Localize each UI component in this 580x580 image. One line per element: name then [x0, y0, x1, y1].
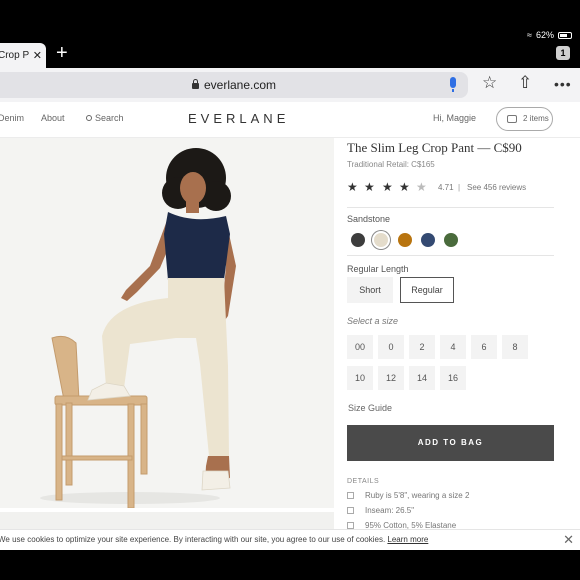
product-rating: ★ ★ ★ ★ ★ 4.71 | See 456 reviews — [347, 180, 557, 196]
size-option-16[interactable]: 16 — [440, 366, 466, 390]
detail-text: Ruby is 5'8", wearing a size 2 — [365, 491, 470, 500]
brand-logo[interactable]: EVERLANE — [188, 111, 289, 126]
length-option-short[interactable]: Short — [347, 277, 393, 303]
detail-text: Inseam: 26.5" — [365, 506, 415, 515]
close-icon[interactable]: ✕ — [563, 532, 574, 548]
color-swatch-sandstone[interactable] — [374, 233, 388, 247]
selected-color-label: Sandstone — [347, 214, 391, 224]
size-option-14[interactable]: 14 — [409, 366, 435, 390]
half-star-icon: ★ — [416, 180, 427, 194]
address-bar[interactable]: everlane.com — [0, 72, 468, 98]
color-swatch-green[interactable] — [444, 233, 458, 247]
product-photo[interactable] — [0, 138, 334, 508]
bag-icon — [507, 115, 517, 123]
account-greeting[interactable]: Hi, Maggie — [433, 113, 476, 123]
size-option-8[interactable]: 8 — [502, 335, 528, 359]
traditional-retail-price: Traditional Retail: C$165 — [347, 160, 435, 169]
cart-count: 2 items — [523, 114, 549, 123]
star-icon: ★ — [382, 180, 393, 194]
star-icon: ★ — [399, 180, 410, 194]
url-text: everlane.com — [203, 78, 277, 92]
close-tab-icon[interactable]: ✕ — [33, 49, 42, 62]
model-illustration — [0, 138, 334, 508]
share-icon[interactable]: ⇧ — [518, 73, 532, 93]
reviews-link[interactable]: See 456 reviews — [467, 183, 526, 192]
screen-bezel — [0, 550, 580, 580]
nav-search[interactable]: Search — [86, 113, 124, 123]
fabric-icon — [347, 522, 354, 529]
star-icon: ★ — [364, 180, 375, 194]
tab-strip: Crop P ✕ + 1 — [0, 40, 580, 68]
rating-value: 4.71 — [438, 183, 454, 192]
size-option-12[interactable]: 12 — [378, 366, 404, 390]
wifi-icon: ≈ — [527, 30, 532, 40]
cookie-message: We use cookies to optimize your site exp… — [0, 535, 428, 544]
detail-inseam: Inseam: 26.5" — [347, 506, 414, 515]
add-to-bag-button[interactable]: ADD TO BAG — [347, 425, 554, 461]
size-guide-link[interactable]: Size Guide — [348, 403, 392, 413]
cookie-banner: We use cookies to optimize your site exp… — [0, 529, 580, 550]
web-page: Denim About Search EVERLANE Hi, Maggie 2… — [0, 102, 580, 550]
nav-search-label: Search — [95, 113, 124, 123]
product-title: The Slim Leg Crop Pant — C$90 — [347, 140, 522, 155]
color-swatch-charcoal[interactable] — [351, 233, 365, 247]
size-option-2[interactable]: 2 — [409, 335, 435, 359]
rating-divider: | — [458, 183, 461, 192]
battery-icon — [558, 31, 572, 39]
length-label: Regular Length — [347, 264, 409, 274]
cart-button[interactable]: 2 items — [496, 107, 553, 131]
status-bar: ≈ 62% — [0, 0, 580, 40]
search-icon — [86, 115, 92, 121]
size-prompt: Select a size — [347, 316, 399, 326]
nav-link-denim[interactable]: Denim — [0, 113, 24, 123]
learn-more-link[interactable]: Learn more — [387, 535, 428, 544]
star-icon: ★ — [347, 180, 358, 194]
battery-percent: 62% — [535, 30, 554, 40]
ruler-icon — [347, 507, 354, 514]
person-icon — [347, 492, 354, 499]
bookmark-star-icon[interactable]: ☆ — [482, 73, 497, 93]
lock-icon — [191, 79, 199, 89]
divider — [347, 207, 554, 208]
divider — [347, 255, 554, 256]
tab-title: Crop P — [0, 50, 30, 61]
size-option-00[interactable]: 00 — [347, 335, 373, 359]
microphone-icon[interactable] — [450, 77, 456, 92]
size-option-10[interactable]: 10 — [347, 366, 373, 390]
color-swatch-mustard[interactable] — [398, 233, 412, 247]
site-navigation: Denim About Search EVERLANE Hi, Maggie 2… — [0, 102, 580, 138]
size-option-0[interactable]: 0 — [378, 335, 404, 359]
cookie-text: We use cookies to optimize your site exp… — [0, 535, 386, 544]
tab-count-button[interactable]: 1 — [556, 46, 570, 60]
detail-model-fit: Ruby is 5'8", wearing a size 2 — [347, 491, 469, 500]
browser-toolbar: everlane.com ☆ ⇧ ••• — [0, 68, 580, 102]
color-swatch-navy[interactable] — [421, 233, 435, 247]
more-options-icon[interactable]: ••• — [554, 76, 572, 92]
browser-tab[interactable]: Crop P ✕ — [0, 43, 46, 68]
new-tab-icon[interactable]: + — [56, 42, 68, 64]
details-heading: DETAILS — [347, 478, 380, 485]
status-indicators: ≈ 62% — [527, 30, 572, 40]
size-option-4[interactable]: 4 — [440, 335, 466, 359]
nav-link-about[interactable]: About — [41, 113, 65, 123]
length-option-regular[interactable]: Regular — [400, 277, 454, 303]
size-option-6[interactable]: 6 — [471, 335, 497, 359]
